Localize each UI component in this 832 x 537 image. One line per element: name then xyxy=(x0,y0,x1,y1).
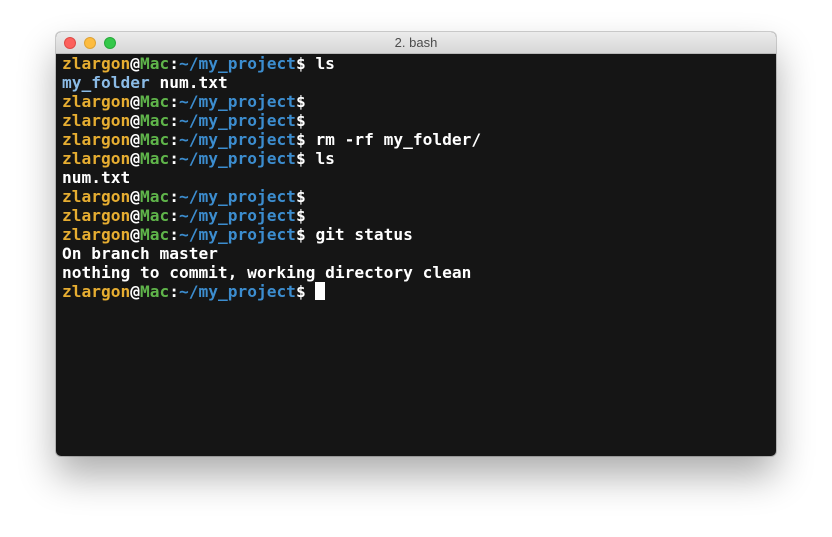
prompt-path: ~/my_project xyxy=(178,54,296,73)
prompt-colon: : xyxy=(169,282,179,301)
terminal-window: 2. bash zlargon@Mac:~/my_project$ ls my_f… xyxy=(56,32,776,456)
prompt-path: ~/my_project xyxy=(178,282,296,301)
prompt-colon: : xyxy=(169,187,179,206)
prompt-colon: : xyxy=(169,111,179,130)
terminal-line: my_folder num.txt xyxy=(62,73,770,92)
prompt-at-sign: @ xyxy=(130,206,140,225)
prompt-at-sign: @ xyxy=(130,92,140,111)
terminal-line: nothing to commit, working directory cle… xyxy=(62,263,770,282)
output-text: On branch master xyxy=(62,244,218,263)
prompt-at-sign: @ xyxy=(130,130,140,149)
command-text: rm -rf my_folder/ xyxy=(315,130,482,149)
prompt-user: zlargon xyxy=(62,130,131,149)
terminal-line: zlargon@Mac:~/my_project$ xyxy=(62,92,770,111)
prompt-host: Mac xyxy=(139,187,170,206)
prompt-path: ~/my_project xyxy=(178,225,296,244)
terminal-line: zlargon@Mac:~/my_project$ ls xyxy=(62,54,770,73)
prompt-at-sign: @ xyxy=(130,149,140,168)
terminal-line: zlargon@Mac:~/my_project$ xyxy=(62,187,770,206)
command-text: ls xyxy=(315,54,335,73)
terminal-line: zlargon@Mac:~/my_project$ git status xyxy=(62,225,770,244)
command-text: git status xyxy=(315,225,413,244)
prompt-at-sign: @ xyxy=(130,225,140,244)
prompt-colon: : xyxy=(169,149,179,168)
prompt-host: Mac xyxy=(139,225,170,244)
prompt-symbol: $ xyxy=(295,130,306,149)
prompt-path: ~/my_project xyxy=(178,149,296,168)
prompt-colon: : xyxy=(169,92,179,111)
prompt-symbol: $ xyxy=(295,206,306,225)
prompt-user: zlargon xyxy=(62,111,131,130)
prompt-host: Mac xyxy=(139,149,170,168)
prompt-user: zlargon xyxy=(62,206,131,225)
terminal-line: zlargon@Mac:~/my_project$ rm -rf my_fold… xyxy=(62,130,770,149)
prompt-user: zlargon xyxy=(62,149,131,168)
prompt-host: Mac xyxy=(139,54,170,73)
prompt-path: ~/my_project xyxy=(178,111,296,130)
prompt-at-sign: @ xyxy=(130,54,140,73)
prompt-host: Mac xyxy=(139,111,170,130)
prompt-user: zlargon xyxy=(62,225,131,244)
terminal-line: zlargon@Mac:~/my_project$ xyxy=(62,206,770,225)
prompt-user: zlargon xyxy=(62,92,131,111)
prompt-symbol: $ xyxy=(295,92,306,111)
prompt-symbol: $ xyxy=(295,111,306,130)
prompt-at-sign: @ xyxy=(130,111,140,130)
prompt-symbol: $ xyxy=(295,54,306,73)
output-text: nothing to commit, working directory cle… xyxy=(62,263,472,282)
window-title: 2. bash xyxy=(394,35,438,50)
terminal-line: zlargon@Mac:~/my_project$ xyxy=(62,282,770,301)
prompt-user: zlargon xyxy=(62,282,131,301)
prompt-path: ~/my_project xyxy=(178,206,296,225)
prompt-host: Mac xyxy=(139,92,170,111)
prompt-colon: : xyxy=(169,225,179,244)
prompt-path: ~/my_project xyxy=(178,92,296,111)
prompt-colon: : xyxy=(169,130,179,149)
prompt-symbol: $ xyxy=(295,282,306,301)
prompt-host: Mac xyxy=(139,130,170,149)
terminal-output[interactable]: zlargon@Mac:~/my_project$ ls my_folder nu… xyxy=(56,54,776,456)
prompt-path: ~/my_project xyxy=(178,130,296,149)
folder-name: my_folder xyxy=(62,73,150,92)
prompt-host: Mac xyxy=(139,282,170,301)
prompt-at-sign: @ xyxy=(130,187,140,206)
title-bar[interactable]: 2. bash xyxy=(56,32,776,54)
prompt-colon: : xyxy=(169,206,179,225)
prompt-user: zlargon xyxy=(62,54,131,73)
terminal-line: On branch master xyxy=(62,244,770,263)
terminal-line: num.txt xyxy=(62,168,770,187)
file-name: num.txt xyxy=(149,73,228,92)
prompt-user: zlargon xyxy=(62,187,131,206)
output-text: num.txt xyxy=(62,168,131,187)
prompt-colon: : xyxy=(169,54,179,73)
prompt-at-sign: @ xyxy=(130,282,140,301)
text-cursor xyxy=(315,282,326,300)
terminal-line: zlargon@Mac:~/my_project$ xyxy=(62,111,770,130)
prompt-symbol: $ xyxy=(295,149,306,168)
command-text: ls xyxy=(315,149,335,168)
prompt-symbol: $ xyxy=(295,225,306,244)
prompt-symbol: $ xyxy=(295,187,306,206)
terminal-line: zlargon@Mac:~/my_project$ ls xyxy=(62,149,770,168)
prompt-host: Mac xyxy=(139,206,170,225)
prompt-path: ~/my_project xyxy=(178,187,296,206)
